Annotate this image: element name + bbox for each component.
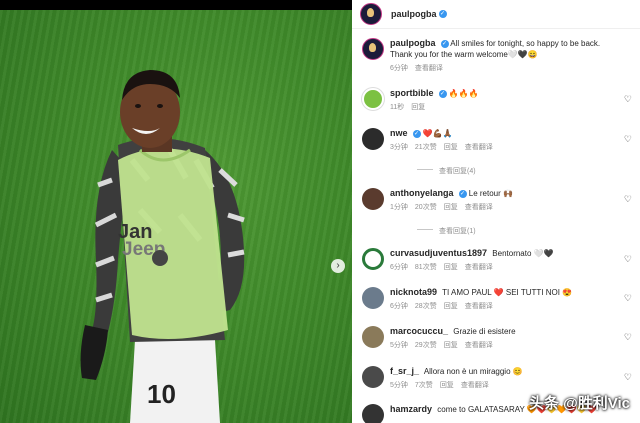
watermark: 头条 @胜利Vic — [528, 395, 630, 412]
commenter-avatar[interactable] — [362, 88, 384, 110]
reply-link[interactable]: 回复 — [444, 303, 458, 310]
reply-link[interactable]: 回复 — [444, 342, 458, 349]
like-count[interactable]: 7次赞 — [415, 382, 433, 389]
post-photo[interactable]: 10 Jeep Jan › — [0, 10, 352, 423]
verified-icon: ✓ — [458, 190, 467, 198]
comment-text: Allora non è un miraggio 😊 — [423, 367, 523, 376]
view-replies-link[interactable]: 查看回复(1) — [417, 226, 476, 236]
comment-time: 6分钟 — [390, 303, 408, 310]
translate-link[interactable]: 查看翻译 — [465, 144, 493, 151]
commenter-avatar[interactable] — [362, 326, 384, 348]
comment-time: 5分钟 — [390, 382, 408, 389]
commenter-avatar[interactable] — [362, 287, 384, 309]
commenter-avatar[interactable] — [362, 248, 384, 270]
translate-link[interactable]: 查看翻译 — [465, 342, 493, 349]
commenter-username[interactable]: nwe — [390, 128, 408, 138]
author-avatar[interactable] — [360, 3, 382, 25]
commenter-username[interactable]: nicknota99 — [390, 287, 437, 297]
comment-time: 1分钟 — [390, 204, 408, 211]
translate-link[interactable]: 查看翻译 — [461, 382, 489, 389]
player-illustration: 10 Jeep Jan — [80, 70, 245, 423]
reply-link[interactable]: 回复 — [444, 264, 458, 271]
comment-text: TI AMO PAUL ❤️ SEI TUTTI NOI 😍 — [442, 288, 573, 297]
top-black-bar — [0, 0, 352, 10]
svg-text:10: 10 — [147, 379, 176, 409]
reply-link[interactable]: 回复 — [444, 144, 458, 151]
comment-text: 🔥🔥🔥 — [448, 89, 479, 98]
like-heart-icon[interactable]: ♡ — [624, 372, 632, 383]
commenter-username[interactable]: marcocuccu_ — [390, 326, 448, 336]
commenter-username[interactable]: curvasudjuventus1897 — [390, 248, 487, 258]
commenter-avatar[interactable] — [362, 188, 384, 210]
verified-icon: ✓ — [412, 130, 421, 138]
translate-link[interactable]: 查看翻译 — [415, 65, 443, 72]
next-image-button[interactable]: › — [331, 259, 345, 273]
view-replies-link[interactable]: 查看回复(4) — [417, 166, 476, 176]
like-heart-icon[interactable]: ♡ — [624, 94, 632, 105]
like-heart-icon[interactable]: ♡ — [624, 134, 632, 145]
commenter-username[interactable]: sportbible — [390, 88, 434, 98]
like-heart-icon[interactable]: ♡ — [624, 332, 632, 343]
translate-link[interactable]: 查看翻译 — [465, 204, 493, 211]
commenter-username[interactable]: hamzardy — [390, 404, 432, 414]
like-heart-icon[interactable]: ♡ — [624, 293, 632, 304]
svg-text:Jan: Jan — [118, 221, 152, 243]
reply-link[interactable]: 回复 — [444, 204, 458, 211]
author-avatar[interactable] — [362, 38, 384, 60]
commenter-username[interactable]: anthonyelanga — [390, 188, 454, 198]
like-count[interactable]: 28次赞 — [415, 303, 437, 310]
comments-panel: paulpogba ✓ paulpogba ✓ All smiles for to… — [352, 0, 640, 423]
comment-text: Grazie di esistere — [453, 327, 516, 336]
reply-link[interactable]: 回复 — [411, 104, 425, 111]
translate-link[interactable]: 查看翻译 — [465, 264, 493, 271]
comment-time: 6分钟 — [390, 264, 408, 271]
like-heart-icon[interactable]: ♡ — [624, 254, 632, 265]
commenter-avatar[interactable] — [362, 128, 384, 150]
comment-time: 11秒 — [390, 104, 405, 111]
caption-time: 6分钟 — [390, 65, 408, 72]
commenter-username[interactable]: f_sr_j_ — [390, 366, 419, 376]
comment-text: Bentornato 🤍🖤 — [492, 249, 554, 258]
comment-text: ❤️💪🏾🙏🏾 — [422, 129, 453, 138]
comment-time: 5分钟 — [390, 342, 408, 349]
verified-icon: ✓ — [438, 10, 447, 18]
verified-icon: ✓ — [440, 40, 449, 48]
like-count[interactable]: 21次赞 — [415, 144, 437, 151]
post-header: paulpogba ✓ — [352, 0, 640, 29]
like-count[interactable]: 29次赞 — [415, 342, 437, 349]
comment-text: Le retour 🙌🏾 — [468, 189, 513, 198]
like-heart-icon[interactable]: ♡ — [624, 194, 632, 205]
commenter-avatar[interactable] — [362, 366, 384, 388]
verified-icon: ✓ — [438, 90, 447, 98]
reply-link[interactable]: 回复 — [440, 382, 454, 389]
author-username[interactable]: paulpogba — [391, 9, 437, 19]
caption-username[interactable]: paulpogba — [390, 38, 436, 48]
like-count[interactable]: 81次赞 — [415, 264, 437, 271]
like-count[interactable]: 20次赞 — [415, 204, 437, 211]
comment-time: 3分钟 — [390, 144, 408, 151]
translate-link[interactable]: 查看翻译 — [465, 303, 493, 310]
commenter-avatar[interactable] — [362, 404, 384, 423]
